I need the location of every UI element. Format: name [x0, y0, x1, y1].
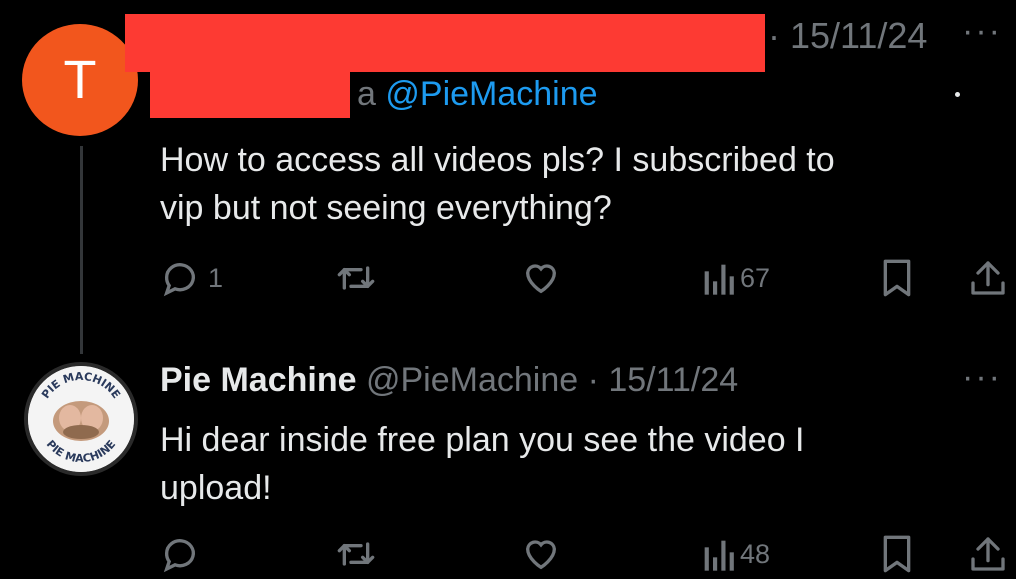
pie-machine-logo-icon: PIE MACHINE PIE MACHINE [28, 366, 134, 472]
share-button[interactable] [968, 258, 1008, 298]
reply-button[interactable]: 1 [160, 258, 223, 298]
replying-to: a @PieMachine [357, 72, 598, 116]
share-button[interactable] [968, 534, 1008, 574]
tweet-text: Hi dear inside free plan you see the vid… [160, 416, 805, 512]
views-button[interactable]: 67 [700, 258, 770, 298]
like-button[interactable] [520, 534, 562, 574]
retweet-button[interactable] [334, 534, 378, 574]
avatar[interactable]: T [22, 24, 138, 136]
retweet-icon [337, 542, 375, 566]
tweet-text-line: How to access all videos pls? I subscrib… [160, 141, 835, 179]
display-name[interactable]: Pie Machine [160, 361, 357, 399]
view-count: 48 [740, 538, 771, 569]
views-icon [704, 264, 734, 295]
tweet-text: How to access all videos pls? I subscrib… [160, 136, 835, 232]
view-count: 67 [740, 262, 771, 293]
bookmark-icon [883, 535, 911, 573]
tweet-text-line: vip but not seeing everything? [160, 189, 612, 227]
bookmark-button[interactable] [880, 258, 914, 298]
avatar[interactable]: PIE MACHINE PIE MACHINE [24, 362, 138, 476]
tweet-header: Pie Machine @PieMachine · 15/11/24 [160, 358, 738, 402]
more-icon[interactable]: ··· [962, 12, 1002, 51]
timestamp[interactable]: · 15/11/24 [768, 14, 927, 58]
views-button[interactable]: 48 [700, 534, 770, 574]
dot-marker [955, 92, 960, 97]
redacted-reply-context [150, 72, 350, 118]
reply-icon [163, 539, 195, 573]
like-icon [525, 540, 557, 570]
replying-to-handle[interactable]: @PieMachine [385, 75, 597, 113]
views-icon [704, 540, 734, 571]
replying-to-prefix: a [357, 75, 376, 113]
reply-icon [163, 263, 195, 297]
retweet-icon [337, 266, 375, 290]
like-button[interactable] [520, 258, 562, 298]
tweet-text-line: upload! [160, 469, 272, 507]
timestamp[interactable]: · 15/11/24 [588, 361, 739, 399]
more-icon[interactable]: ··· [962, 358, 1002, 397]
share-icon [971, 537, 1005, 571]
share-icon [971, 261, 1005, 295]
avatar-letter: T [63, 50, 97, 110]
bookmark-icon [883, 259, 911, 297]
reply-count: 1 [208, 262, 224, 293]
reply-button[interactable] [160, 534, 200, 574]
redacted-username [125, 14, 765, 72]
user-handle[interactable]: @PieMachine [366, 361, 578, 399]
retweet-button[interactable] [334, 258, 378, 298]
bookmark-button[interactable] [880, 534, 914, 574]
thread-connector-line [80, 146, 83, 354]
like-icon [525, 264, 557, 294]
tweet-text-line: Hi dear inside free plan you see the vid… [160, 421, 805, 459]
